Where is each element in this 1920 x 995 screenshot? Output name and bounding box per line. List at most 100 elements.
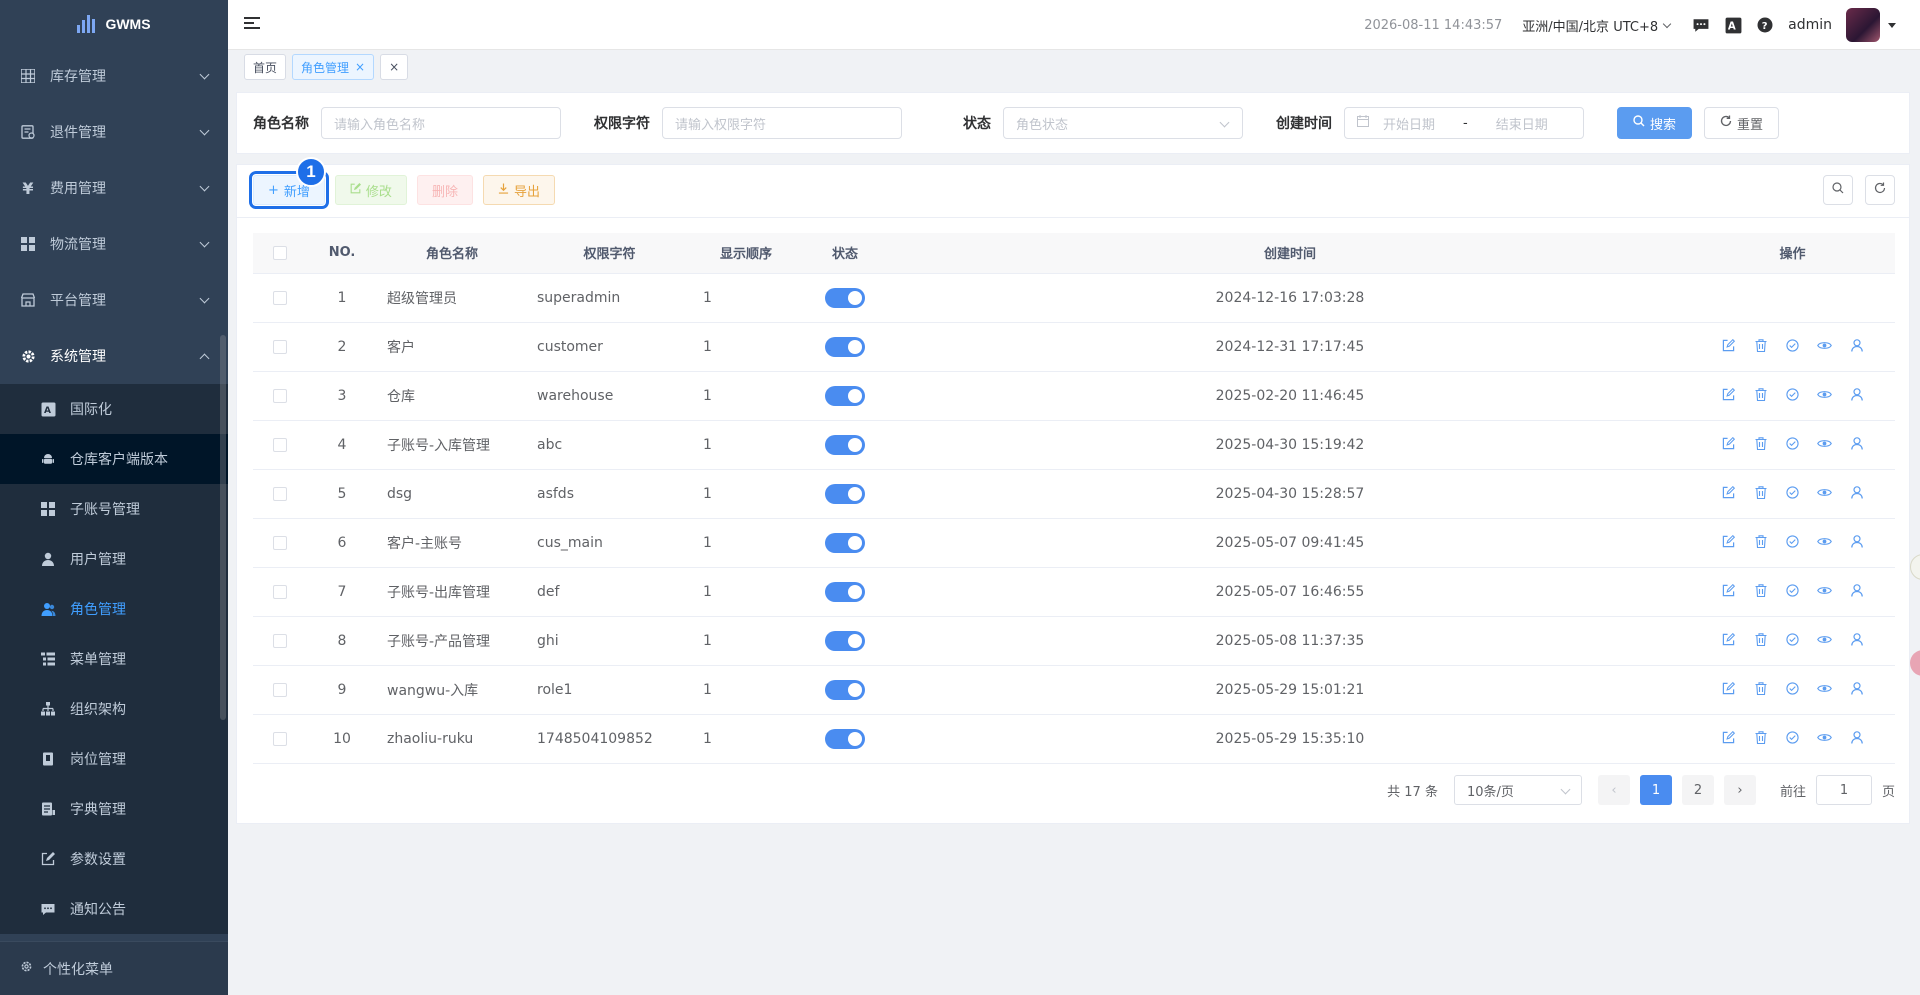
delete-icon[interactable]: [1753, 484, 1769, 500]
row-checkbox[interactable]: [273, 731, 287, 746]
sidebar-item-org[interactable]: 组织架构: [0, 684, 228, 734]
status-switch[interactable]: [825, 385, 865, 406]
status-switch[interactable]: [825, 581, 865, 602]
delete-icon[interactable]: [1753, 680, 1769, 696]
floating-helper-widget[interactable]: [1910, 554, 1920, 580]
search-button[interactable]: 搜索: [1617, 107, 1693, 139]
message-icon[interactable]: [1692, 16, 1710, 34]
prev-page-button[interactable]: ‹: [1597, 775, 1630, 805]
delete-role-button[interactable]: 删除: [416, 175, 473, 205]
row-checkbox[interactable]: [273, 339, 287, 354]
custom-menu-button[interactable]: 个性化菜单: [0, 941, 228, 995]
row-checkbox[interactable]: [273, 633, 287, 648]
sidebar-item-params[interactable]: 参数设置: [0, 834, 228, 884]
goto-page-input[interactable]: 1: [1815, 775, 1872, 805]
status-switch[interactable]: [825, 434, 865, 455]
row-checkbox[interactable]: [273, 486, 287, 501]
table-row[interactable]: 6 客户-主账号 cus_main 1 2025-05-07 09:41:45: [253, 518, 1895, 568]
row-checkbox[interactable]: [273, 535, 287, 550]
timezone-select[interactable]: 亚洲/中国/北京 UTC+8: [1522, 16, 1672, 35]
date-range-picker[interactable]: 开始日期 - 结束日期: [1344, 107, 1584, 139]
eye-icon[interactable]: [1817, 337, 1833, 353]
edit-icon[interactable]: [1721, 386, 1737, 402]
sidebar-item-platform[interactable]: 平台管理: [0, 272, 228, 328]
sidebar-item-menus[interactable]: 菜单管理: [0, 634, 228, 684]
table-row[interactable]: 1 超级管理员 superadmin 1 2024-12-16 17:03:28: [253, 273, 1895, 323]
edit-role-button[interactable]: 修改: [334, 175, 407, 205]
edit-icon[interactable]: [1721, 533, 1737, 549]
sidebar-item-dict[interactable]: 字典管理: [0, 784, 228, 834]
status-switch[interactable]: [825, 679, 865, 700]
close-icon[interactable]: ×: [355, 60, 365, 74]
table-row[interactable]: 2 客户 customer 1 2024-12-31 17:17:45: [253, 322, 1895, 372]
circle-check-icon[interactable]: [1785, 484, 1801, 500]
caret-down-icon[interactable]: [1888, 22, 1896, 28]
user-icon[interactable]: [1849, 533, 1865, 549]
sidebar-item-system[interactable]: 系统管理: [0, 328, 228, 384]
edit-icon[interactable]: [1721, 729, 1737, 745]
status-select[interactable]: 角色状态: [1003, 107, 1243, 139]
add-role-button[interactable]: + 新增 1: [249, 157, 329, 209]
row-checkbox[interactable]: [273, 388, 287, 403]
user-icon[interactable]: [1849, 680, 1865, 696]
user-icon[interactable]: [1849, 729, 1865, 745]
row-checkbox[interactable]: [273, 682, 287, 697]
sidebar-item-fees[interactable]: ¥ 费用管理: [0, 160, 228, 216]
page-button-1[interactable]: 1: [1639, 775, 1672, 805]
help-icon[interactable]: ?: [1756, 16, 1774, 34]
sidebar-item-roles[interactable]: 角色管理: [0, 584, 228, 634]
table-row[interactable]: 7 子账号-出库管理 def 1 2025-05-07 16:46:55: [253, 567, 1895, 617]
table-row[interactable]: 5 dsg asfds 1 2025-04-30 15:28:57: [253, 469, 1895, 519]
user-icon[interactable]: [1849, 631, 1865, 647]
circle-check-icon[interactable]: [1785, 337, 1801, 353]
circle-check-icon[interactable]: [1785, 386, 1801, 402]
delete-icon[interactable]: [1753, 533, 1769, 549]
status-switch[interactable]: [825, 630, 865, 651]
sidebar-item-logistics[interactable]: 物流管理: [0, 216, 228, 272]
table-row[interactable]: 8 子账号-产品管理 ghi 1 2025-05-08 11:37:35: [253, 616, 1895, 666]
delete-icon[interactable]: [1753, 435, 1769, 451]
sidebar-item-client-version[interactable]: 仓库客户端版本: [0, 434, 228, 484]
role-name-input[interactable]: 请输入角色名称: [321, 107, 561, 139]
sidebar-scrollbar[interactable]: [220, 335, 226, 720]
sidebar-item-users[interactable]: 用户管理: [0, 534, 228, 584]
tag-role-management[interactable]: 角色管理 ×: [292, 54, 375, 80]
sidebar-item-returns[interactable]: 退件管理: [0, 104, 228, 160]
tag-home[interactable]: 首页: [244, 54, 287, 80]
row-checkbox[interactable]: [273, 437, 287, 452]
delete-icon[interactable]: [1753, 631, 1769, 647]
edit-icon[interactable]: [1721, 337, 1737, 353]
sidebar-item-notices[interactable]: 通知公告: [0, 884, 228, 934]
export-button[interactable]: 导出: [482, 175, 555, 205]
edit-icon[interactable]: [1721, 484, 1737, 500]
sidebar-item-i18n[interactable]: A 国际化: [0, 384, 228, 434]
translate-icon[interactable]: A: [1724, 16, 1742, 34]
eye-icon[interactable]: [1817, 484, 1833, 500]
eye-icon[interactable]: [1817, 386, 1833, 402]
user-icon[interactable]: [1849, 435, 1865, 451]
app-logo[interactable]: GWMS: [0, 0, 228, 48]
sidebar-item-posts[interactable]: 岗位管理: [0, 734, 228, 784]
eye-icon[interactable]: [1817, 729, 1833, 745]
user-icon[interactable]: [1849, 582, 1865, 598]
hamburger-icon[interactable]: [244, 17, 260, 32]
toggle-search-button[interactable]: [1823, 175, 1853, 205]
circle-check-icon[interactable]: [1785, 631, 1801, 647]
eye-icon[interactable]: [1817, 680, 1833, 696]
eye-icon[interactable]: [1817, 631, 1833, 647]
row-checkbox[interactable]: [273, 584, 287, 599]
row-checkbox[interactable]: [273, 290, 287, 305]
floating-pin-widget[interactable]: [1910, 650, 1920, 676]
refresh-table-button[interactable]: [1865, 175, 1895, 205]
circle-check-icon[interactable]: [1785, 533, 1801, 549]
table-row[interactable]: 3 仓库 warehouse 1 2025-02-20 11:46:45: [253, 371, 1895, 421]
permission-input[interactable]: 请输入权限字符: [662, 107, 902, 139]
circle-check-icon[interactable]: [1785, 729, 1801, 745]
edit-icon[interactable]: [1721, 435, 1737, 451]
status-switch[interactable]: [825, 483, 865, 504]
user-icon[interactable]: [1849, 386, 1865, 402]
sidebar-item-inventory[interactable]: 库存管理: [0, 48, 228, 104]
user-icon[interactable]: [1849, 484, 1865, 500]
delete-icon[interactable]: [1753, 582, 1769, 598]
status-switch[interactable]: [825, 287, 865, 308]
